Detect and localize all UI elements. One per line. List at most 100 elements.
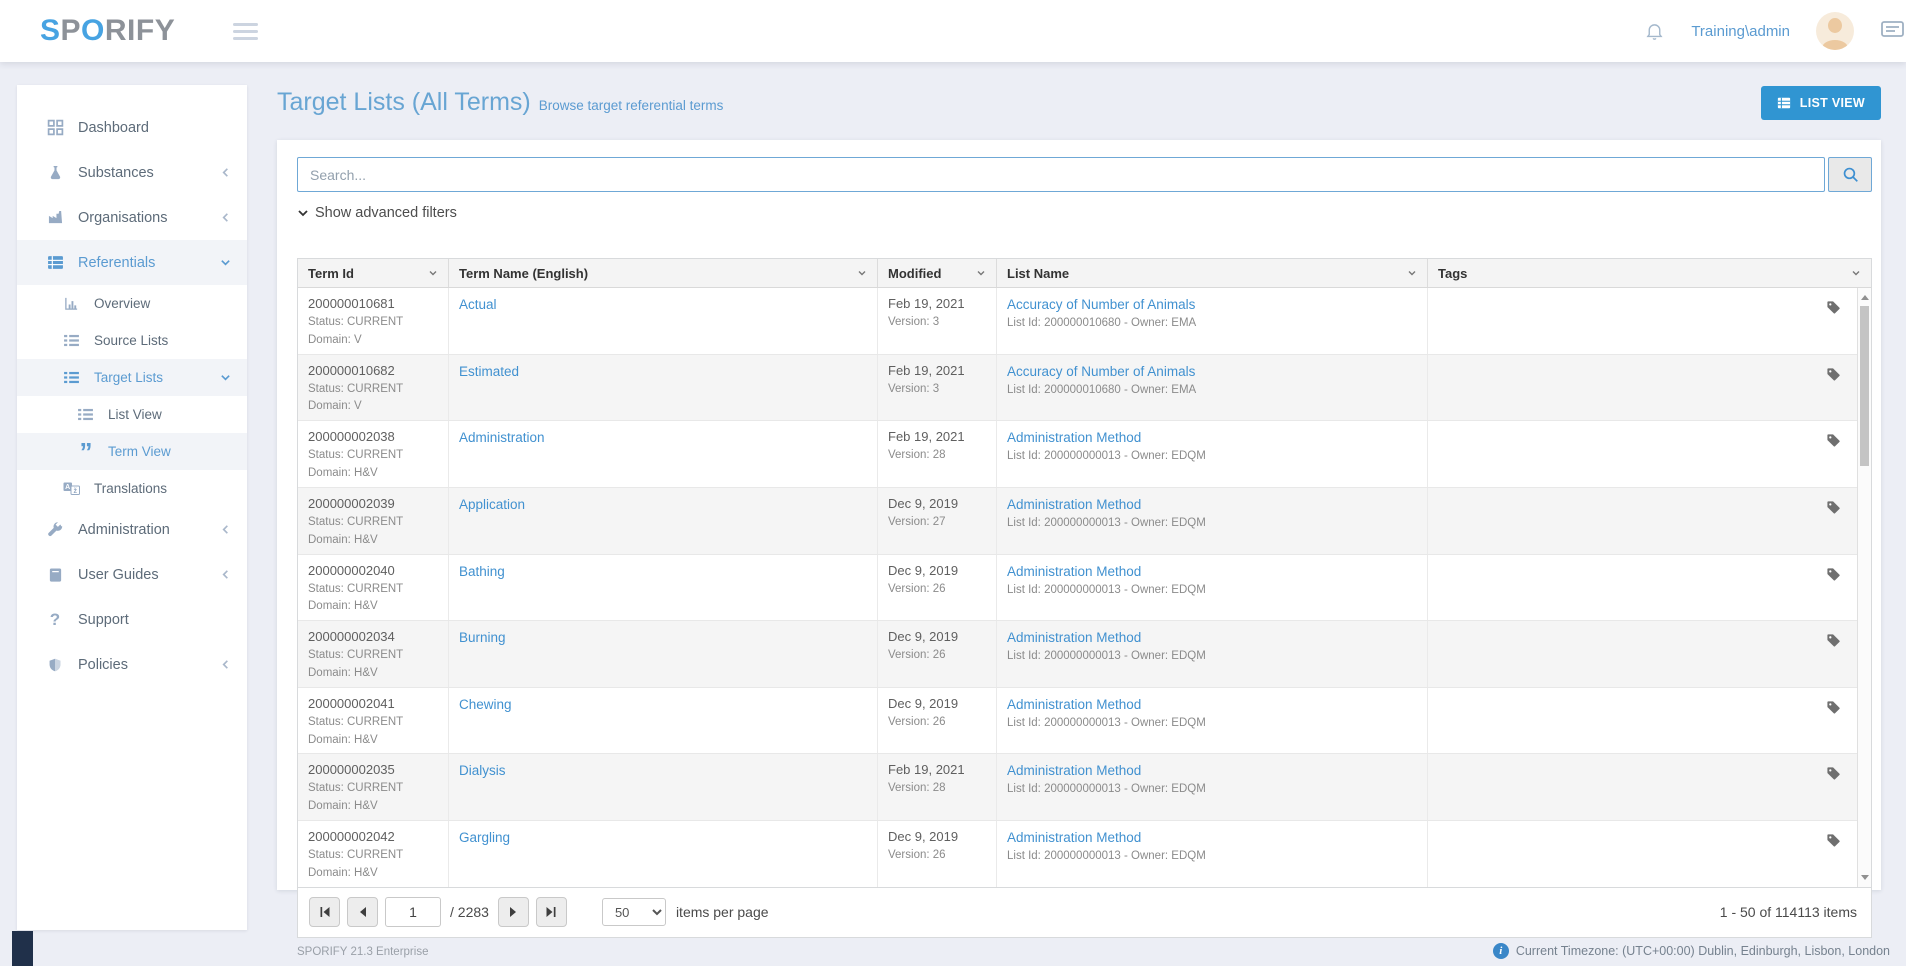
items-per-page-select[interactable]: 50	[602, 898, 666, 926]
column-header-modified[interactable]: Modified	[878, 259, 997, 287]
list-name-link[interactable]: Administration Method	[1007, 497, 1141, 512]
term-name-link[interactable]: Estimated	[459, 364, 519, 379]
scroll-down-arrow[interactable]	[1858, 871, 1871, 885]
sidebar-item-dashboard[interactable]: Dashboard	[17, 105, 247, 150]
sidebar-item-overview[interactable]: Overview	[17, 285, 247, 322]
avatar[interactable]	[1816, 12, 1854, 50]
tag-icon[interactable]	[1826, 433, 1841, 483]
page-number-input[interactable]	[385, 897, 441, 927]
hamburger-menu-icon[interactable]	[233, 19, 258, 44]
list-icon	[61, 371, 81, 384]
chevron-down-icon[interactable]	[1407, 268, 1417, 278]
sidebar-item-list-view[interactable]: List View	[17, 396, 247, 433]
chevron-left-icon	[220, 569, 231, 580]
sidebar-item-organisations[interactable]: Organisations	[17, 195, 247, 240]
sidebar-item-term-view[interactable]: ” Term View	[17, 433, 247, 470]
total-pages-label: / 2283	[450, 904, 489, 920]
tag-icon[interactable]	[1826, 367, 1841, 417]
term-name-link[interactable]: Actual	[459, 297, 497, 312]
term-name-link[interactable]: Application	[459, 497, 525, 512]
chevron-down-icon[interactable]	[428, 268, 438, 278]
scroll-up-arrow[interactable]	[1858, 290, 1871, 304]
sidebar-item-translations[interactable]: Až Translations	[17, 470, 247, 507]
list-name-link[interactable]: Accuracy of Number of Animals	[1007, 297, 1195, 312]
sidebar-item-label: Support	[78, 612, 129, 628]
term-domain: Domain: H&V	[308, 598, 438, 616]
tag-icon[interactable]	[1826, 633, 1841, 683]
term-name-link[interactable]: Administration	[459, 430, 545, 445]
term-status: Status: CURRENT	[308, 581, 438, 599]
sidebar-item-source-lists[interactable]: Source Lists	[17, 322, 247, 359]
term-name-link[interactable]: Burning	[459, 630, 506, 645]
sidebar-item-referentials[interactable]: Referentials	[17, 240, 247, 285]
term-id: 200000010682	[308, 363, 438, 378]
search-input[interactable]	[297, 157, 1825, 192]
sidebar-item-label: Referentials	[78, 255, 155, 271]
list-name-link[interactable]: Administration Method	[1007, 830, 1141, 845]
tag-icon[interactable]	[1826, 300, 1841, 350]
sidebar-item-target-lists[interactable]: Target Lists	[17, 359, 247, 396]
list-name-link[interactable]: Administration Method	[1007, 697, 1141, 712]
term-status: Status: CURRENT	[308, 381, 438, 399]
chevron-down-icon[interactable]	[976, 268, 986, 278]
term-id: 200000010681	[308, 296, 438, 311]
term-status: Status: CURRENT	[308, 714, 438, 732]
tag-icon[interactable]	[1826, 500, 1841, 550]
app-logo: SPORIFY	[40, 14, 175, 48]
search-button[interactable]	[1828, 157, 1872, 192]
list-name-link[interactable]: Accuracy of Number of Animals	[1007, 364, 1195, 379]
column-header-tags[interactable]: Tags	[1428, 259, 1871, 287]
tag-icon[interactable]	[1826, 567, 1841, 617]
column-header-term-name[interactable]: Term Name (English)	[449, 259, 878, 287]
table-body: 200000010681 Status: CURRENT Domain: V A…	[298, 288, 1857, 887]
previous-page-button[interactable]	[347, 897, 378, 927]
list-info: List Id: 200000000013 - Owner: EDQM	[1007, 448, 1417, 466]
column-header-term-id[interactable]: Term Id	[298, 259, 449, 287]
term-name-link[interactable]: Gargling	[459, 830, 510, 845]
current-user[interactable]: Training\admin	[1691, 23, 1790, 40]
chevron-down-icon[interactable]	[857, 268, 867, 278]
term-name-link[interactable]: Dialysis	[459, 763, 506, 778]
list-view-button[interactable]: LIST VIEW	[1761, 86, 1881, 120]
chevron-down-icon	[220, 372, 231, 383]
tag-icon[interactable]	[1826, 833, 1841, 883]
scrollbar-thumb[interactable]	[1860, 306, 1869, 466]
sidebar-item-user-guides[interactable]: User Guides	[17, 552, 247, 597]
list-name-link[interactable]: Administration Method	[1007, 763, 1141, 778]
chevron-down-icon[interactable]	[1851, 268, 1861, 278]
sidebar-item-label: Organisations	[78, 210, 167, 226]
modified-date: Feb 19, 2021	[888, 363, 986, 378]
last-page-button[interactable]	[536, 897, 567, 927]
column-header-list-name[interactable]: List Name	[997, 259, 1428, 287]
timezone-label: Current Timezone: (UTC+00:00) Dublin, Ed…	[1516, 944, 1890, 958]
notifications-bell-icon[interactable]	[1644, 20, 1665, 42]
sidebar-item-support[interactable]: ? Support	[17, 597, 247, 642]
sidebar-item-policies[interactable]: Policies	[17, 642, 247, 687]
list-name-link[interactable]: Administration Method	[1007, 630, 1141, 645]
term-name-link[interactable]: Bathing	[459, 564, 505, 579]
sidebar-item-substances[interactable]: Substances	[17, 150, 247, 195]
show-advanced-filters-toggle[interactable]: Show advanced filters	[297, 205, 457, 221]
list-name-link[interactable]: Administration Method	[1007, 430, 1141, 445]
modified-date: Dec 9, 2019	[888, 629, 986, 644]
tag-icon[interactable]	[1826, 766, 1841, 816]
next-page-button[interactable]	[498, 897, 529, 927]
table-row: 200000002039 Status: CURRENT Domain: H&V…	[298, 488, 1857, 555]
list-view-icon	[1777, 96, 1791, 110]
chat-icon[interactable]	[1880, 20, 1906, 42]
list-icon	[61, 334, 81, 347]
term-status: Status: CURRENT	[308, 314, 438, 332]
first-page-button[interactable]	[309, 897, 340, 927]
tag-icon[interactable]	[1826, 700, 1841, 750]
sidebar-item-administration[interactable]: Administration	[17, 507, 247, 552]
modified-date: Dec 9, 2019	[888, 563, 986, 578]
list-info: List Id: 200000010680 - Owner: EMA	[1007, 382, 1417, 400]
term-status: Status: CURRENT	[308, 514, 438, 532]
items-range-label: 1 - 50 of 114113 items	[1720, 904, 1857, 920]
table-scrollbar[interactable]	[1857, 288, 1871, 887]
items-per-page-label: items per page	[676, 904, 769, 920]
sidebar-item-label: Overview	[94, 296, 150, 311]
table-row: 200000010681 Status: CURRENT Domain: V A…	[298, 288, 1857, 355]
term-name-link[interactable]: Chewing	[459, 697, 512, 712]
list-name-link[interactable]: Administration Method	[1007, 564, 1141, 579]
